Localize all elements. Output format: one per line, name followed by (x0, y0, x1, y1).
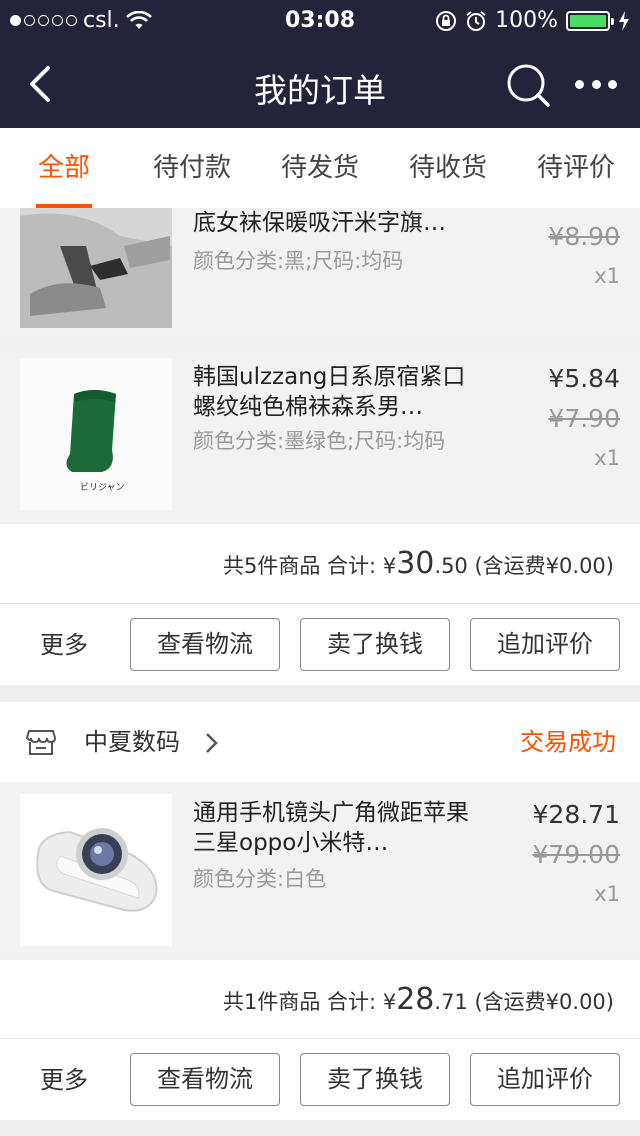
item-count: 共5件商品 合计: (223, 554, 377, 578)
tab-pending-review[interactable]: 待评价 (512, 128, 640, 208)
order-tabs: 全部 待付款 待发货 待收货 待评价 (0, 128, 640, 208)
shipping-fee: (含运费¥0.00) (474, 990, 614, 1014)
tab-pending-payment[interactable]: 待付款 (128, 128, 256, 208)
resell-button[interactable]: 卖了换钱 (300, 618, 450, 671)
add-review-button[interactable]: 追加评价 (470, 618, 620, 671)
battery-percent: 100% (495, 8, 558, 33)
status-right: 100% (435, 8, 630, 33)
tab-all[interactable]: 全部 (0, 128, 128, 208)
item-count: 共1件商品 合计: (223, 990, 377, 1014)
product-attributes: 颜色分类:墨绿色;尺码:均码 (193, 429, 446, 453)
more-icon[interactable] (575, 76, 617, 92)
original-price: ¥8.90 (548, 222, 620, 251)
total-amount: 28 (396, 982, 435, 1017)
product-image-caption: ビリジャン (80, 483, 125, 493)
currency-symbol: ¥ (382, 990, 397, 1014)
shipping-fee: (含运费¥0.00) (474, 554, 614, 578)
order-list[interactable]: 底女袜保暖吸汗米字旗… 颜色分类:黑;尺码:均码 ¥8.90 x1 ビリジャン … (0, 208, 640, 1136)
order-summary: 共5件商品 合计: ¥30.50 (含运费¥0.00) (0, 524, 640, 604)
total-decimal: .71 (434, 990, 468, 1014)
quantity: x1 (594, 446, 620, 470)
chevron-right-icon (206, 733, 218, 753)
product-name[interactable]: 韩国ulzzang日系原宿紧口螺纹纯色棉袜森系男… (193, 362, 483, 422)
tab-pending-shipment[interactable]: 待发货 (256, 128, 384, 208)
more-button[interactable]: 更多 (40, 1039, 88, 1121)
product-image (20, 794, 172, 946)
product-attributes: 颜色分类:黑;尺码:均码 (193, 249, 404, 273)
search-icon[interactable] (505, 62, 551, 108)
quantity: x1 (594, 882, 620, 906)
order-item[interactable]: ビリジャン 韩国ulzzang日系原宿紧口螺纹纯色棉袜森系男… 颜色分类:墨绿色… (0, 346, 640, 522)
quantity: x1 (594, 264, 620, 288)
order-item[interactable]: 底女袜保暖吸汗米字旗… 颜色分类:黑;尺码:均码 ¥8.90 x1 (0, 208, 640, 338)
view-logistics-button[interactable]: 查看物流 (130, 618, 280, 671)
product-name[interactable]: 通用手机镜头广角微距苹果三星oppo小米特… (193, 798, 483, 858)
rotation-lock-icon (436, 10, 457, 31)
order-actions: 更多 查看物流 卖了换钱 追加评价 (0, 603, 640, 685)
store-icon (26, 730, 56, 755)
original-price: ¥79.00 (532, 840, 620, 869)
order-actions: 更多 查看物流 卖了换钱 追加评价 (0, 1038, 640, 1120)
product-image: ビリジャン (20, 358, 172, 510)
product-attributes: 颜色分类:白色 (193, 867, 327, 891)
currency-symbol: ¥ (382, 554, 397, 578)
battery-icon (566, 10, 614, 31)
add-review-button[interactable]: 追加评价 (470, 1053, 620, 1106)
order-summary: 共1件商品 合计: ¥28.71 (含运费¥0.00) (0, 960, 640, 1040)
shop-header[interactable]: 中夏数码 交易成功 (0, 702, 640, 782)
resell-button[interactable]: 卖了换钱 (300, 1053, 450, 1106)
status-bar: csl. 03:08 100% (0, 0, 640, 40)
view-logistics-button[interactable]: 查看物流 (130, 1053, 280, 1106)
current-price: ¥28.71 (532, 800, 620, 829)
product-name[interactable]: 底女袜保暖吸汗米字旗… (193, 208, 483, 238)
alarm-icon (466, 10, 486, 31)
more-button[interactable]: 更多 (40, 604, 88, 686)
total-amount: 30 (396, 546, 435, 581)
shop-name[interactable]: 中夏数码 (84, 702, 180, 782)
tab-pending-receipt[interactable]: 待收货 (384, 128, 512, 208)
order-item[interactable]: 通用手机镜头广角微距苹果三星oppo小米特… 颜色分类:白色 ¥28.71 ¥7… (0, 782, 640, 958)
current-price: ¥5.84 (548, 364, 620, 393)
original-price: ¥7.90 (548, 404, 620, 433)
charging-icon (619, 10, 629, 31)
product-image (20, 208, 172, 328)
total-decimal: .50 (434, 554, 468, 578)
order-status: 交易成功 (520, 728, 616, 756)
nav-bar: 我的订单 (0, 40, 640, 128)
